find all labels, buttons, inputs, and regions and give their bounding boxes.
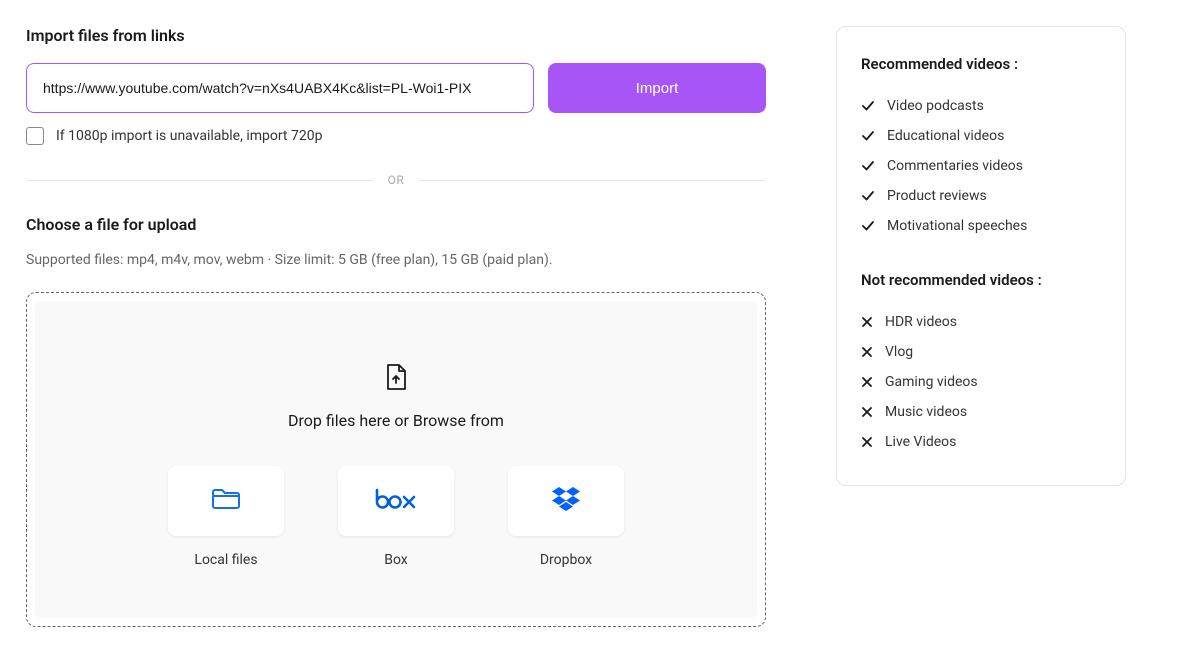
cross-icon [861, 376, 873, 388]
provider-label: Box [384, 552, 408, 568]
list-item: Educational videos [861, 121, 1101, 151]
list-item: Live Videos [861, 427, 1101, 457]
cross-icon [861, 406, 873, 418]
check-icon [861, 99, 875, 113]
provider-local-files[interactable]: Local files [168, 466, 284, 568]
upload-subtitle: Supported files: mp4, m4v, mov, webm · S… [26, 252, 766, 268]
list-item: HDR videos [861, 307, 1101, 337]
list-item-label: Motivational speeches [887, 218, 1027, 234]
list-item-label: Commentaries videos [887, 158, 1023, 174]
provider-box[interactable]: Box [338, 466, 454, 568]
list-item: Video podcasts [861, 91, 1101, 121]
provider-label: Local files [194, 552, 257, 568]
import-url-input[interactable] [26, 63, 534, 113]
folder-icon [211, 487, 241, 515]
not-recommended-heading: Not recommended videos : [861, 271, 1101, 289]
recommendations-card: Recommended videos : Video podcasts Educ… [836, 26, 1126, 486]
list-item-label: Educational videos [887, 128, 1004, 144]
list-item-label: Vlog [885, 344, 913, 360]
list-item-label: Music videos [885, 404, 967, 420]
list-item: Music videos [861, 397, 1101, 427]
check-icon [861, 129, 875, 143]
fallback-720p-label: If 1080p import is unavailable, import 7… [56, 128, 322, 144]
list-item: Motivational speeches [861, 211, 1101, 241]
dropbox-logo-icon [551, 486, 581, 516]
list-item: Commentaries videos [861, 151, 1101, 181]
provider-label: Dropbox [540, 552, 592, 568]
dropzone-text: Drop files here or Browse from [288, 411, 504, 430]
cross-icon [861, 436, 873, 448]
divider: OR [26, 173, 766, 187]
cross-icon [861, 316, 873, 328]
upload-section-title: Choose a file for upload [26, 215, 766, 234]
import-button[interactable]: Import [548, 63, 766, 113]
provider-dropbox[interactable]: Dropbox [508, 466, 624, 568]
list-item: Vlog [861, 337, 1101, 367]
check-icon [861, 219, 875, 233]
fallback-720p-checkbox[interactable] [26, 127, 44, 145]
list-item-label: Product reviews [887, 188, 987, 204]
file-upload-icon [384, 363, 408, 395]
not-recommended-list: HDR videos Vlog Gaming videos Music vide… [861, 307, 1101, 457]
list-item-label: Video podcasts [887, 98, 984, 114]
recommended-list: Video podcasts Educational videos Commen… [861, 91, 1101, 241]
check-icon [861, 159, 875, 173]
file-dropzone[interactable]: Drop files here or Browse from Local fi [26, 292, 766, 627]
list-item: Product reviews [861, 181, 1101, 211]
check-icon [861, 189, 875, 203]
list-item: Gaming videos [861, 367, 1101, 397]
recommended-heading: Recommended videos : [861, 55, 1101, 73]
list-item-label: Gaming videos [885, 374, 978, 390]
divider-text: OR [374, 173, 419, 187]
box-logo-icon [374, 487, 418, 515]
cross-icon [861, 346, 873, 358]
import-section-title: Import files from links [26, 26, 766, 45]
list-item-label: Live Videos [885, 434, 956, 450]
list-item-label: HDR videos [885, 314, 957, 330]
